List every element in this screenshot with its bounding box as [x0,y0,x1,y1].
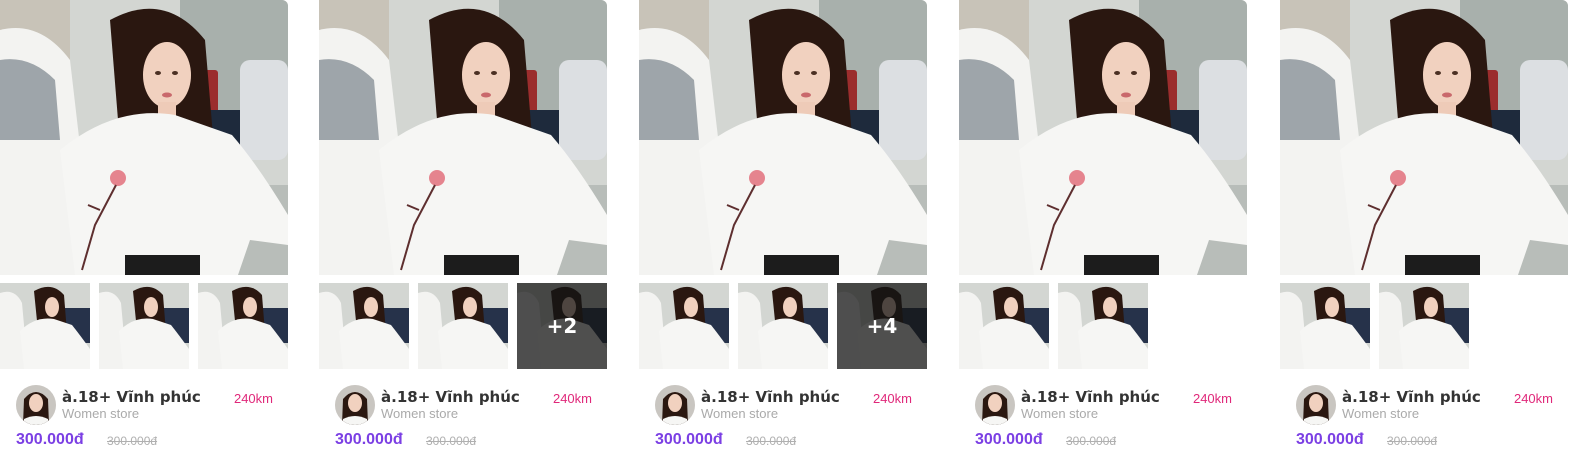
store-type: Women store [701,406,779,421]
store-avatar[interactable] [1296,385,1336,425]
price: 300.000đ [335,431,403,448]
store-name[interactable]: à.18+ Vĩnh phúc [701,388,840,406]
store-name[interactable]: à.18+ Vĩnh phúc [1021,388,1160,406]
store-avatar[interactable] [655,385,695,425]
more-photos-count: +2 [517,283,607,369]
thumbnail-photo[interactable] [319,283,409,369]
thumbnail-strip: +4 [639,283,927,369]
old-price: 300.000đ [746,434,797,448]
product-main-photo[interactable] [1280,0,1568,275]
old-price: 300.000đ [426,434,477,448]
store-type: Women store [62,406,140,421]
product-card[interactable]: +2 à.18+ Vĩnh phúc Women store 240km 300… [319,0,607,475]
store-type: Women store [1342,406,1420,421]
thumbnail-photo[interactable] [738,283,828,369]
product-main-photo[interactable] [319,0,607,275]
price: 300.000đ [1296,431,1364,448]
old-price: 300.000đ [1066,434,1117,448]
thumbnail-photo[interactable] [1379,283,1469,369]
thumbnail-photo[interactable] [198,283,288,369]
store-avatar[interactable] [975,385,1015,425]
thumbnail-photo[interactable] [639,283,729,369]
thumbnail-strip [1280,283,1568,369]
thumbnail-strip [959,283,1247,369]
thumbnail-photo[interactable] [1280,283,1370,369]
product-main-photo[interactable] [0,0,288,275]
thumbnail-strip [0,283,288,369]
product-main-photo[interactable] [639,0,927,275]
thumbnail-photo[interactable] [418,283,508,369]
price: 300.000đ [975,431,1043,448]
store-type: Women store [1021,406,1099,421]
store-name[interactable]: à.18+ Vĩnh phúc [1342,388,1481,406]
price: 300.000đ [655,431,723,448]
store-name[interactable]: à.18+ Vĩnh phúc [381,388,520,406]
store-type: Women store [381,406,459,421]
product-main-photo[interactable] [959,0,1247,275]
product-card[interactable]: à.18+ Vĩnh phúc Women store 240km 300.00… [959,0,1247,475]
distance-label: 240km [552,391,592,406]
store-name[interactable]: à.18+ Vĩnh phúc [62,388,201,406]
thumbnail-photo[interactable] [959,283,1049,369]
thumbnail-photo[interactable] [1058,283,1148,369]
price: 300.000đ [16,431,84,448]
distance-label: 240km [1192,391,1232,406]
thumbnail-photo[interactable] [0,283,90,369]
more-photos-thumbnail[interactable]: +2 [517,283,607,369]
thumbnail-photo[interactable] [99,283,189,369]
more-photos-thumbnail[interactable]: +4 [837,283,927,369]
distance-label: 240km [872,391,912,406]
product-card[interactable]: +4 à.18+ Vĩnh phúc Women store 240km 300… [639,0,927,475]
distance-label: 240km [233,391,273,406]
product-card[interactable]: à.18+ Vĩnh phúc Women store 240km 300.00… [1280,0,1568,475]
store-avatar[interactable] [335,385,375,425]
old-price: 300.000đ [1387,434,1438,448]
distance-label: 240km [1513,391,1553,406]
thumbnail-strip: +2 [319,283,607,369]
product-card[interactable]: à.18+ Vĩnh phúc Women store 240km 300.00… [0,0,288,475]
more-photos-count: +4 [837,283,927,369]
store-avatar[interactable] [16,385,56,425]
old-price: 300.000đ [107,434,158,448]
